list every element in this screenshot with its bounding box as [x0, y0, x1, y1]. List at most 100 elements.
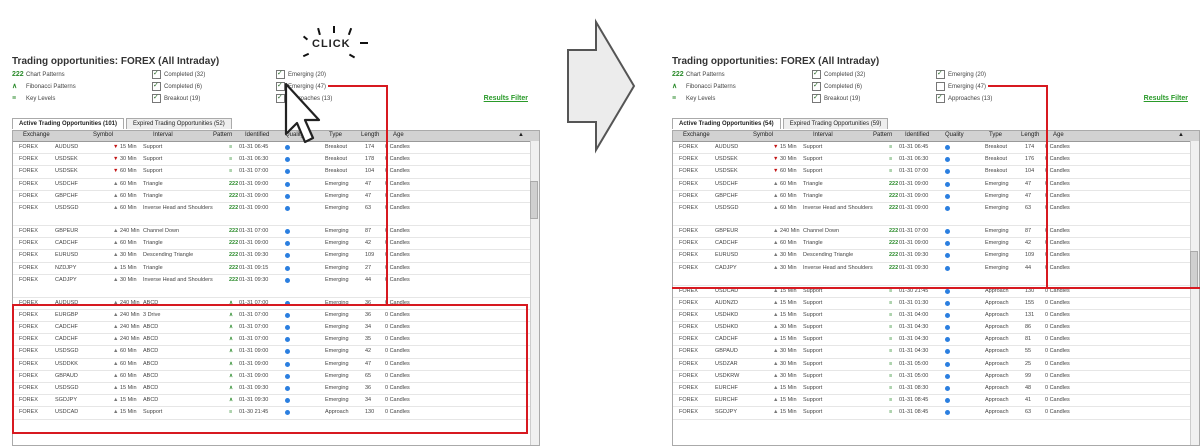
table-row[interactable]: FOREX CADCHF ▲ 60 Min Triangle 222 01-31 09:00…	[673, 238, 1199, 251]
cell-interval: 15 Min	[780, 397, 797, 404]
filter-checkbox-c2[interactable]: Approaches (13)	[936, 92, 992, 105]
column-header-pattern[interactable]: Pattern	[213, 132, 232, 138]
filter-checkbox-c1[interactable]: Completed (32)	[152, 68, 205, 81]
cell-age: 0 Candles	[1045, 156, 1070, 163]
filter-checkbox-c1[interactable]: Completed (6)	[152, 80, 203, 93]
checkbox[interactable]	[152, 80, 161, 92]
filter-checkbox-c1[interactable]: Breakout (19)	[152, 92, 200, 105]
checkbox[interactable]	[812, 80, 821, 92]
tab-active[interactable]: Active Trading Opportunities (101)	[12, 118, 125, 129]
table-row[interactable]: FOREX USDSEK ▼ 60 Min Support ≡ 01-31 07:00 Bre…	[13, 166, 539, 179]
column-header-interval[interactable]: Interval	[813, 132, 833, 138]
quality-bars	[945, 325, 966, 331]
cell-exchange: FOREX	[679, 168, 698, 175]
filter-checkbox-c2[interactable]: Emerging (20)	[936, 68, 986, 81]
column-header-length[interactable]: Length	[361, 132, 379, 138]
cell-symbol: EURCHF	[715, 385, 738, 391]
table-row[interactable]: FOREX EURCHF ▲ 15 Min Support ≡ 01-31 08:45 App…	[673, 395, 1199, 408]
table-row[interactable]: FOREX USDCHF ▲ 60 Min Triangle 222 01-31 09:00…	[673, 179, 1199, 191]
column-header-exchange[interactable]: Exchange	[683, 132, 710, 138]
column-header-length[interactable]: Length	[1021, 132, 1039, 138]
column-header-symbol[interactable]: Symbol	[93, 132, 113, 138]
filter-checkbox-c1[interactable]: Completed (6)	[812, 80, 862, 93]
cell-identified: 01-31 09:30	[239, 276, 269, 283]
cell-exchange: FOREX	[679, 311, 698, 318]
click-burst	[347, 27, 353, 36]
cell-pattern: Inverse Head and Shoulders	[143, 276, 213, 283]
column-header-identified[interactable]: Identified	[245, 132, 269, 138]
scrollbar[interactable]	[1190, 141, 1199, 445]
tab-expired[interactable]: Expired Trading Opportunities (52)	[126, 118, 232, 129]
table-row[interactable]: FOREX USDKRW ▲ 30 Min Support ≡ 01-31 05:00 App…	[673, 371, 1199, 383]
checkbox[interactable]	[152, 68, 161, 80]
filter-checkbox-c2[interactable]: Emerging (47)	[936, 81, 986, 93]
pattern-type-icon: 222	[229, 276, 239, 283]
table-row[interactable]: FOREX GBPCHF ▲ 60 Min Triangle 222 01-31 09:00…	[13, 191, 539, 203]
column-header-symbol[interactable]: Symbol	[753, 132, 773, 138]
table-row[interactable]: FOREX CADCHF ▲ 15 Min Support ≡ 01-31 04:30 App…	[673, 334, 1199, 347]
column-header-interval[interactable]: Interval	[153, 132, 173, 138]
table-row[interactable]: FOREX AUDUSD ▼ 15 Min Support ≡ 01-31 06:45 Bre…	[13, 142, 539, 155]
checkbox-label: Emerging (47)	[948, 84, 987, 90]
cell-age: 0 Candles	[385, 204, 410, 211]
table-row[interactable]: FOREX SGDJPY ▲ 15 Min Support ≡ 01-31 08:45 App…	[673, 407, 1199, 420]
filter-label-text: Fibonacci Patterns	[686, 84, 736, 90]
table-row[interactable]: FOREX USDHKD ▲ 15 Min Support ≡ 01-31 04:00 App…	[673, 310, 1199, 323]
table-row[interactable]: FOREX CADJPY ▲ 30 Min Inverse Head and Shoul…	[673, 263, 1199, 286]
cell-pattern: Channel Down	[803, 227, 840, 234]
checkbox[interactable]	[936, 68, 945, 80]
table-row[interactable]: FOREX EURCHF ▲ 15 Min Support ≡ 01-31 08:30 App…	[673, 383, 1199, 396]
checkbox[interactable]	[812, 68, 821, 80]
table-row[interactable]: FOREX CADJPY ▲ 30 Min Inverse Head and Shoul…	[13, 275, 539, 298]
table-row[interactable]: FOREX USDSEK ▼ 30 Min Support ≡ 01-31 06:30 Bre…	[673, 154, 1199, 167]
table-row[interactable]: FOREX GBPAUD ▲ 30 Min Support ≡ 01-31 04:30 App…	[673, 346, 1199, 359]
up-arrow-icon: ▲	[773, 311, 779, 318]
checkbox[interactable]	[936, 92, 945, 104]
cell-symbol: AUDUSD	[55, 144, 79, 150]
table-row[interactable]: FOREX USDHKD ▲ 30 Min Support ≡ 01-31 04:30 App…	[673, 322, 1199, 335]
checkbox[interactable]	[812, 92, 821, 104]
checkbox[interactable]	[936, 81, 945, 91]
column-header-pattern[interactable]: Pattern	[873, 132, 892, 138]
table-header: Exchange Symbol Interval Pattern Identified Q…	[673, 131, 1199, 142]
quality-bars	[945, 373, 962, 379]
column-header-identified[interactable]: Identified	[905, 132, 929, 138]
table-row[interactable]: FOREX USDZAR ▲ 30 Min Support ≡ 01-31 05:00 App…	[673, 359, 1199, 371]
scrollbar[interactable]	[530, 141, 539, 445]
sort-arrow-icon[interactable]: ▲	[1178, 132, 1184, 138]
table-row[interactable]: FOREX NZDJPY ▲ 15 Min Triangle 222 01-31 09:15…	[13, 263, 539, 275]
quality-bars	[285, 265, 310, 271]
table-row[interactable]: FOREX USDSGD ▲ 60 Min Inverse Head and Shoul…	[673, 203, 1199, 226]
column-header-exchange[interactable]: Exchange	[23, 132, 50, 138]
filter-checkbox-c1[interactable]: Breakout (19)	[812, 92, 860, 105]
cell-interval: 30 Min	[120, 252, 137, 259]
table-row[interactable]: FOREX GBPCHF ▲ 60 Min Triangle 222 01-31 09:00…	[673, 191, 1199, 203]
column-header-type[interactable]: Type	[989, 132, 1002, 138]
sort-arrow-icon[interactable]: ▲	[518, 132, 524, 138]
checkbox[interactable]	[276, 68, 285, 80]
table-header: Exchange Symbol Interval Pattern Identified Q…	[13, 131, 539, 142]
table-row[interactable]: FOREX GBPEUR ▲ 240 Min Channel Down 222 01-31 …	[673, 226, 1199, 239]
column-header-type[interactable]: Type	[329, 132, 342, 138]
tab-active[interactable]: Active Trading Opportunities (54)	[672, 118, 781, 129]
checkbox-label: Completed (6)	[164, 84, 203, 90]
filter-checkbox-c1[interactable]: Completed (32)	[812, 68, 865, 81]
column-header-age[interactable]: Age	[393, 132, 404, 138]
table-row[interactable]: FOREX AUDUSD ▼ 15 Min Support ≡ 01-31 06:45 Bre…	[673, 142, 1199, 155]
table-row[interactable]: FOREX USDSGD ▲ 60 Min Inverse Head and Shoul…	[13, 203, 539, 226]
column-header-age[interactable]: Age	[1053, 132, 1064, 138]
table-row[interactable]: FOREX EURUSD ▲ 30 Min Descending Triangle 222…	[673, 250, 1199, 263]
table-row[interactable]: FOREX EURUSD ▲ 30 Min Descending Triangle 222…	[13, 250, 539, 263]
pattern-type-icon: ≡	[229, 156, 233, 163]
filter-checkbox-c2[interactable]: Emerging (20)	[276, 68, 326, 81]
table-row[interactable]: FOREX AUDNZD ▲ 15 Min Support ≡ 01-31 01:30 App…	[673, 298, 1199, 310]
tab-expired[interactable]: Expired Trading Opportunities (59)	[782, 118, 889, 129]
checkbox[interactable]	[152, 92, 161, 104]
table-row[interactable]: FOREX GBPEUR ▲ 240 Min Channel Down 222 01-31 …	[13, 226, 539, 239]
table-row[interactable]: FOREX USDSEK ▼ 30 Min Support ≡ 01-31 06:30 Bre…	[13, 154, 539, 167]
column-header-quality[interactable]: Quality	[945, 132, 964, 138]
table-row[interactable]: FOREX USDSEK ▼ 60 Min Support ≡ 01-31 07:00 Bre…	[673, 166, 1199, 179]
table-row[interactable]: FOREX CADCHF ▲ 60 Min Triangle 222 01-31 09:00…	[13, 238, 539, 251]
cell-pattern: Triangle	[803, 192, 823, 199]
table-row[interactable]: FOREX USDCHF ▲ 60 Min Triangle 222 01-31 09:00…	[13, 179, 539, 191]
